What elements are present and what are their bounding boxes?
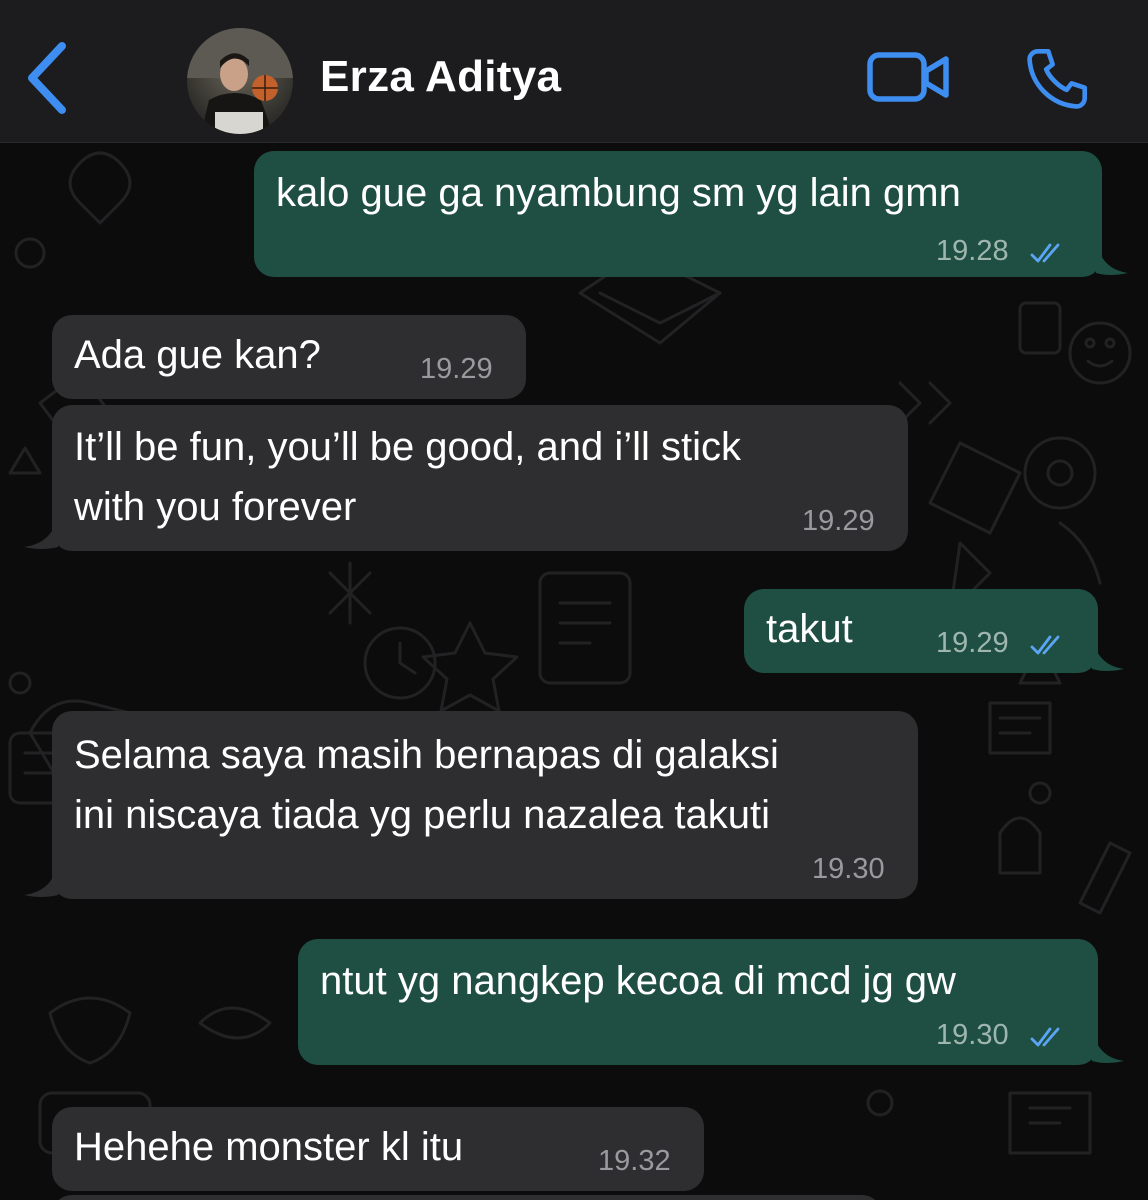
message-text: ntut yg nangkep kecoa di mcd jg gw (320, 959, 956, 1003)
avatar-photo (187, 28, 293, 134)
message-text: Selama saya masih bernapas di galaksi (74, 733, 779, 777)
message-time: 19.29 (420, 353, 493, 385)
message-incoming[interactable]: Hehehe monster kl itu 19.32 (52, 1107, 704, 1191)
message-outgoing[interactable]: ntut yg nangkep kecoa di mcd jg gw 19.30 (298, 939, 1098, 1065)
message-time: 19.32 (598, 1145, 671, 1177)
message-time: 19.30 (812, 853, 885, 885)
message-text: It’ll be fun, you’ll be good, and i’ll s… (74, 425, 742, 469)
chat-header: Erza Aditya (0, 0, 1148, 143)
message-text: with you forever (74, 485, 357, 529)
message-outgoing[interactable]: kalo gue ga nyambung sm yg lain gmn 19.2… (254, 151, 1102, 277)
phone-icon (1027, 48, 1088, 109)
bubble-tail (24, 861, 58, 897)
message-outgoing[interactable]: takut 19.29 (744, 589, 1098, 673)
avatar[interactable] (187, 28, 293, 134)
video-call-button[interactable] (866, 45, 952, 109)
message-text: Ada gue kan? (74, 333, 321, 377)
double-check-icon (1030, 1027, 1060, 1047)
contact-name[interactable]: Erza Aditya (320, 52, 561, 102)
message-text: takut (766, 607, 853, 651)
double-check-icon (1030, 243, 1060, 263)
double-check-icon (1030, 635, 1060, 655)
back-button[interactable] (22, 38, 78, 118)
bubble-tail (1096, 239, 1128, 275)
message-time: 19.29 (802, 505, 875, 537)
bubble-tail (1092, 1027, 1124, 1063)
message-incoming[interactable]: Selama saya masih bernapas di galaksi in… (52, 711, 918, 899)
chat-area[interactable]: kalo gue ga nyambung sm yg lain gmn 19.2… (0, 143, 1148, 1200)
voice-call-button[interactable] (1022, 44, 1092, 114)
video-camera-icon (867, 52, 949, 102)
message-incoming[interactable] (52, 1195, 882, 1200)
message-time: 19.29 (936, 627, 1009, 659)
message-incoming[interactable]: Ada gue kan? 19.29 (52, 315, 526, 399)
chevron-left-icon (28, 42, 66, 114)
message-time: 19.30 (936, 1019, 1009, 1051)
message-text: ini niscaya tiada yg perlu nazalea takut… (74, 793, 770, 837)
message-text: Hehehe monster kl itu (74, 1125, 464, 1169)
message-incoming[interactable]: It’ll be fun, you’ll be good, and i’ll s… (52, 405, 908, 551)
bubble-tail (24, 513, 58, 549)
message-text: kalo gue ga nyambung sm yg lain gmn (276, 171, 961, 215)
message-time: 19.28 (936, 235, 1009, 267)
bubble-tail (1092, 635, 1124, 671)
